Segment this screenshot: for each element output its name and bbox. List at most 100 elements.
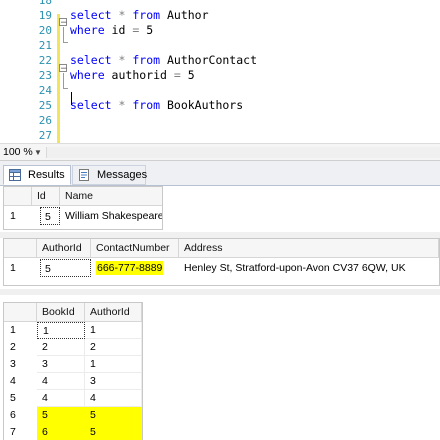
- table-cell[interactable]: 5: [85, 424, 142, 440]
- line-number: 26: [38, 114, 52, 127]
- row-number[interactable]: 4: [4, 373, 32, 390]
- table-cell[interactable]: 3: [85, 373, 142, 390]
- fold-guide-end: [63, 42, 68, 43]
- row-header-corner[interactable]: [4, 187, 32, 206]
- table-cell[interactable]: 5: [37, 407, 85, 424]
- sql-token: AuthorContact: [160, 53, 257, 67]
- table-cell[interactable]: 6: [37, 424, 85, 440]
- sql-token: id: [104, 23, 133, 37]
- fold-guide-end: [63, 88, 68, 89]
- grid-separator: [0, 289, 440, 295]
- sql-keyword: where: [70, 23, 105, 37]
- column-header-authorid[interactable]: AuthorId: [37, 239, 91, 258]
- contact-number-text: 666-777-8889: [96, 261, 164, 275]
- column-header-address[interactable]: Address: [179, 239, 439, 258]
- line-number: 27: [38, 129, 52, 142]
- fold-collapse-icon[interactable]: −: [59, 18, 68, 28]
- sql-token: BookAuthors: [160, 98, 244, 112]
- code-line[interactable]: 25 select * from BookAuthors: [0, 98, 440, 113]
- text-caret: [71, 92, 72, 105]
- tab-results-label: Results: [28, 169, 65, 181]
- table-cell[interactable]: 5: [40, 259, 91, 277]
- sql-keyword: from: [132, 98, 161, 112]
- tab-messages-label: Messages: [97, 169, 148, 181]
- fold-guide-line: [63, 73, 64, 88]
- change-indicator-bar: [57, 14, 60, 143]
- column-header-authorid[interactable]: AuthorId: [85, 303, 142, 322]
- table-cell[interactable]: William Shakespeare: [60, 206, 162, 226]
- chevron-down-icon[interactable]: ▼: [34, 145, 42, 160]
- row-header-corner[interactable]: [4, 239, 37, 258]
- sql-keyword: select: [70, 8, 112, 22]
- table-cell[interactable]: 4: [37, 390, 85, 407]
- row-number[interactable]: 3: [4, 356, 32, 373]
- result-grid-book-authors[interactable]: BookId AuthorId 111222331443544655765: [3, 302, 143, 440]
- result-grid-author-contact[interactable]: AuthorId ContactNumber Address 1 5 666-7…: [3, 238, 440, 286]
- line-number: 24: [38, 84, 52, 97]
- table-cell[interactable]: 5: [40, 207, 60, 225]
- fold-guide-line: [63, 27, 64, 42]
- sql-operator: =: [173, 68, 181, 82]
- line-number: 23: [38, 69, 52, 82]
- code-text: select * from AuthorContact: [70, 53, 257, 68]
- line-number: 19: [38, 9, 52, 22]
- row-number[interactable]: 1: [4, 322, 32, 339]
- editor-zoom-bar: 100 % ▼: [0, 143, 440, 161]
- table-cell[interactable]: Henley St, Stratford-upon-Avon CV37 6QW,…: [179, 258, 439, 278]
- code-text: where id = 5: [70, 23, 153, 38]
- code-text: select * from Author: [70, 8, 209, 23]
- code-text: where authorid = 5: [70, 68, 195, 83]
- sql-keyword: select: [70, 53, 112, 67]
- column-header-contactnumber[interactable]: ContactNumber: [91, 239, 179, 258]
- row-number[interactable]: 7: [4, 424, 32, 440]
- column-header-bookid[interactable]: BookId: [37, 303, 85, 322]
- sql-keyword: select: [70, 98, 112, 112]
- row-number[interactable]: 5: [4, 390, 32, 407]
- code-line[interactable]: 21: [0, 38, 440, 53]
- line-number: 25: [38, 99, 52, 112]
- table-cell[interactable]: 666-777-8889: [91, 258, 179, 278]
- line-number: 21: [38, 39, 52, 52]
- sql-token: 5: [139, 23, 154, 37]
- table-cell[interactable]: 2: [85, 339, 142, 356]
- line-number: 20: [38, 24, 52, 37]
- sql-keyword: where: [70, 68, 105, 82]
- sql-editor[interactable]: 18 19 select * from Author 20 where id = 5 21…: [0, 0, 440, 143]
- sql-token: Author: [160, 8, 209, 22]
- grid-icon: [9, 169, 21, 181]
- column-header-name[interactable]: Name: [60, 187, 162, 206]
- sql-token: 5: [180, 68, 195, 82]
- row-number[interactable]: 1: [4, 258, 32, 278]
- code-line[interactable]: 24: [0, 83, 440, 98]
- result-grid-author[interactable]: Id Name 1 5 William Shakespeare: [3, 186, 163, 230]
- table-cell[interactable]: 1: [85, 356, 142, 373]
- tab-results[interactable]: Results: [3, 165, 71, 185]
- row-header-corner[interactable]: [4, 303, 37, 322]
- table-cell[interactable]: 3: [37, 356, 85, 373]
- horizontal-scrollbar[interactable]: [46, 147, 440, 158]
- table-cell[interactable]: 4: [37, 373, 85, 390]
- table-cell[interactable]: 1: [85, 322, 142, 339]
- sql-keyword: from: [132, 53, 161, 67]
- line-number: 22: [38, 54, 52, 67]
- code-line[interactable]: 26: [0, 113, 440, 128]
- table-cell[interactable]: 4: [85, 390, 142, 407]
- row-number[interactable]: 1: [4, 206, 32, 226]
- row-number[interactable]: 6: [4, 407, 32, 424]
- messages-icon: [79, 169, 89, 181]
- fold-collapse-icon[interactable]: −: [59, 64, 68, 74]
- code-line[interactable]: 27: [0, 128, 440, 143]
- line-number: 18: [38, 0, 52, 7]
- sql-token: authorid: [104, 68, 174, 82]
- zoom-level[interactable]: 100 %: [3, 145, 33, 160]
- table-cell[interactable]: 1: [37, 322, 85, 339]
- table-cell[interactable]: 2: [37, 339, 85, 356]
- tab-messages[interactable]: Messages: [72, 165, 148, 185]
- table-cell[interactable]: 5: [85, 407, 142, 424]
- row-number[interactable]: 2: [4, 339, 32, 356]
- code-text: select * from BookAuthors: [70, 98, 243, 113]
- column-header-id[interactable]: Id: [32, 187, 60, 206]
- sql-keyword: from: [132, 8, 161, 22]
- results-tab-strip: Results Messages: [0, 161, 440, 186]
- code-line[interactable]: 18: [0, 0, 440, 8]
